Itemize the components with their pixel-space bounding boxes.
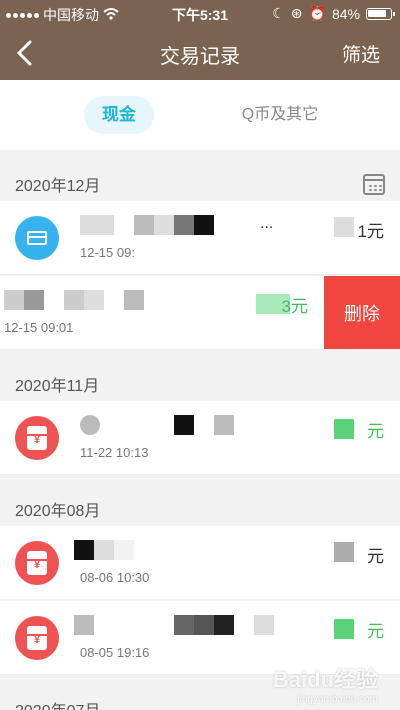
red-packet-icon: ¥: [15, 616, 59, 660]
tab-qcoin-other[interactable]: Q币及其它: [230, 96, 330, 134]
watermark: Baidu经验 jingyan.baidu.com: [273, 662, 378, 705]
transaction-title: [4, 290, 224, 312]
moon-icon: ☾: [272, 5, 285, 21]
transaction-time: 08-05 19:16: [80, 645, 150, 660]
month-label: 2020年07月: [15, 697, 100, 710]
section-header-nov: 2020年11月: [0, 355, 400, 405]
transaction-time: 12-15 09:01: [4, 320, 74, 335]
transaction-amount: 元: [367, 622, 384, 641]
tab-bar: 现金 Q币及其它: [0, 80, 400, 150]
wifi-icon: [103, 7, 119, 23]
status-bar: 中国移动 下午5:31 ☾ ⊛ ⏰ 84%: [0, 0, 400, 26]
transaction-row[interactable]: ¥ 11-22 10:13 元: [0, 401, 400, 475]
transaction-time: 12-15 09:: [80, 245, 135, 260]
month-label: 2020年12月: [15, 178, 101, 195]
delete-button[interactable]: 删除: [324, 276, 400, 349]
tab-cash[interactable]: 现金: [84, 96, 154, 134]
swiped-row-content: 12-15 09:01 3元: [0, 276, 324, 349]
signal-icon: [6, 12, 39, 18]
status-left: 中国移动: [6, 5, 119, 25]
month-label: 2020年08月: [15, 503, 101, 520]
transaction-time: 08-06 10:30: [80, 570, 150, 585]
transaction-row[interactable]: ¥ 08-06 10:30 元: [0, 526, 400, 600]
page-title: 交易记录: [160, 46, 240, 68]
status-right: ☾ ⊛ ⏰ 84%: [272, 5, 395, 22]
transaction-title: [74, 615, 300, 637]
transaction-amount: 1元: [357, 222, 384, 241]
carrier-label: 中国移动: [43, 7, 99, 23]
transaction-title: [80, 415, 300, 437]
battery-percent: 84%: [331, 5, 360, 22]
refund-icon: ¥: [15, 541, 59, 585]
rotation-lock-icon: ⊛: [290, 5, 303, 21]
bank-card-icon: [15, 216, 59, 260]
transaction-row[interactable]: ... 12-15 09: 1元: [0, 201, 400, 275]
transaction-amount: 元: [367, 422, 384, 441]
transaction-title: ...: [80, 215, 300, 237]
section-header-dec: 2020年12月: [0, 155, 400, 205]
transaction-amount: 3元: [281, 297, 308, 316]
watermark-url: jingyan.baidu.com: [297, 694, 378, 705]
month-label: 2020年11月: [15, 378, 100, 395]
section-header-aug: 2020年08月: [0, 480, 400, 530]
filter-button[interactable]: 筛选: [342, 40, 380, 67]
battery-icon: [366, 7, 395, 20]
alarm-icon: ⏰: [308, 5, 326, 21]
watermark-logo: Baidu经验: [272, 667, 378, 692]
transaction-title: [74, 540, 300, 562]
red-packet-icon: ¥: [15, 416, 59, 460]
transaction-row-swiped[interactable]: 12-15 09:01 3元 删除: [0, 276, 400, 350]
nav-bar: 交易记录 筛选: [0, 26, 400, 80]
calendar-icon[interactable]: [363, 174, 385, 195]
transaction-time: 11-22 10:13: [80, 445, 149, 460]
transaction-amount: 元: [367, 547, 384, 566]
